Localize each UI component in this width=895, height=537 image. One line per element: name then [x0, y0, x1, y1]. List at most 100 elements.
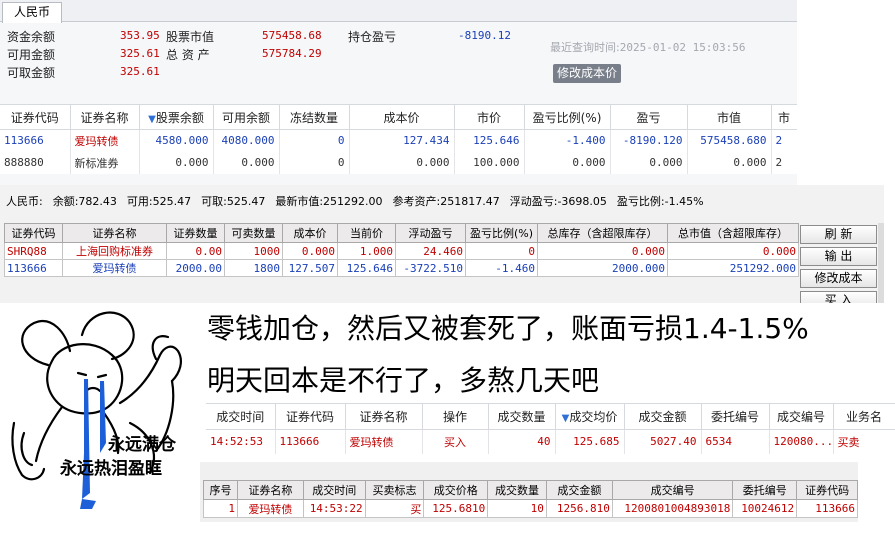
col-bs-flag[interactable]: 买卖标志 — [364, 480, 425, 500]
cell-code: 113666 — [4, 259, 63, 277]
crying-mouse-meme-image: 永远满仓 永远热泪盈眶 — [0, 303, 205, 534]
cell-pnl-ratio: 0.000 — [524, 151, 611, 174]
col-order-no[interactable]: 委托编号 — [701, 403, 770, 430]
col-trade-no[interactable]: 成交编号 — [611, 480, 734, 500]
vertical-scrollbar[interactable] — [878, 223, 884, 303]
col-security-code[interactable]: 证券代码 — [4, 223, 63, 243]
col-security-name[interactable]: 证券名称 — [70, 104, 140, 130]
last-query-label: 最近查询时间:2025-01-02 15:03:56 — [550, 39, 746, 55]
export-button[interactable]: 输 出 — [800, 247, 877, 266]
cell-qty: 40 — [488, 429, 556, 454]
cell-mv: 251292.000 — [667, 259, 799, 277]
cell-market: 2 — [771, 151, 797, 174]
total-assets-value: 575784.29 — [262, 47, 322, 60]
col-pnl-ratio[interactable]: 盈亏比例(%) — [524, 104, 611, 130]
modify-cost-button[interactable]: 修改成本价 — [553, 64, 622, 83]
col-market-value[interactable]: 市值 — [687, 104, 772, 130]
col-trade-time[interactable]: 成交时间 — [206, 403, 276, 430]
col-total-mv[interactable]: 总市值（含超限库存） — [667, 223, 799, 243]
sort-down-icon: ▼ — [148, 113, 156, 125]
available-label: 可用金额 — [7, 48, 56, 62]
cell-float-pnl: 24.460 — [395, 242, 466, 260]
col-security-code[interactable]: 证券代码 — [0, 104, 71, 130]
col-trade-qty[interactable]: 成交数量 — [487, 480, 547, 500]
cell-code: 113666 — [796, 499, 858, 518]
col-pnl-ratio[interactable]: 盈亏比例(%) — [465, 223, 538, 243]
withdrawable-text: 可取:525.47 — [201, 195, 266, 208]
col-sellable-qty[interactable]: 可卖数量 — [224, 223, 283, 243]
cell-code: 888880 — [0, 151, 71, 174]
modify-cost-button-2[interactable]: 修改成本 — [800, 269, 877, 288]
table-row[interactable]: 14:52:53 113666 爱玛转债 买入 40 125.685 5027.… — [206, 429, 895, 454]
cell-price: 100.000 — [454, 151, 525, 174]
cell-business: 买卖 — [833, 429, 895, 454]
col-market[interactable]: 市 — [771, 104, 797, 130]
col-trade-amount[interactable]: 成交金额 — [545, 480, 613, 500]
cell-price: 125.6810 — [423, 499, 489, 518]
cell-time: 14:53:22 — [302, 499, 366, 518]
stock-mv-value: 575458.68 — [262, 29, 322, 42]
col-stock-balance[interactable]: ▼股票余额 — [139, 104, 214, 130]
cell-code: 113666 — [275, 429, 346, 454]
table-row[interactable]: 888880 新标准券 0.000 0.000 0 0.000 100.000 … — [0, 151, 797, 174]
trade-record-table: 成交时间 证券代码 证券名称 操作 成交数量 ▼成交均价 成交金额 委托编号 成… — [206, 403, 895, 454]
col-pnl[interactable]: 盈亏 — [610, 104, 688, 130]
cell-mv: 0.000 — [667, 242, 799, 260]
col-available-balance[interactable]: 可用余额 — [213, 104, 280, 130]
cell-name: 爱玛转债 — [236, 499, 304, 518]
pnl-label: 持仓盈亏 — [348, 30, 397, 44]
col-security-code[interactable]: 证券代码 — [796, 480, 858, 500]
cell-time: 14:52:53 — [206, 429, 276, 454]
col-float-pnl[interactable]: 浮动盈亏 — [395, 223, 466, 243]
col-security-code[interactable]: 证券代码 — [275, 403, 346, 430]
col-cost-price[interactable]: 成本价 — [349, 104, 455, 130]
cell-operation: 买入 — [422, 429, 489, 454]
col-frozen-qty[interactable]: 冻结数量 — [279, 104, 350, 130]
refresh-button[interactable]: 刷 新 — [800, 225, 877, 244]
col-business-name[interactable]: 业务名 — [833, 403, 895, 430]
cell-amount: 5027.40 — [624, 429, 702, 454]
col-security-name[interactable]: 证券名称 — [236, 480, 304, 500]
col-security-name[interactable]: 证券名称 — [345, 403, 423, 430]
col-total-inventory[interactable]: 总库存（含超限库存） — [537, 223, 668, 243]
table-row[interactable]: 113666 爱玛转债 2000.00 1800 127.507 125.646… — [4, 259, 799, 277]
cell-cost: 127.434 — [349, 129, 455, 152]
col-trade-no[interactable]: 成交编号 — [769, 403, 834, 430]
tab-rmb[interactable]: 人民币 — [2, 2, 62, 23]
cell-name: 新标准券 — [70, 151, 140, 174]
cell-pnl: -8190.120 — [610, 129, 688, 152]
currency-tab-bar: 人民币 — [0, 0, 797, 23]
col-order-no[interactable]: 委托编号 — [732, 480, 798, 500]
table-row[interactable]: 1 爱玛转债 14:53:22 买 125.6810 10 1256.810 1… — [203, 499, 858, 518]
col-market-price[interactable]: 市价 — [454, 104, 525, 130]
tears-icon — [80, 379, 106, 509]
cell-mv: 0.000 — [687, 151, 772, 174]
col-security-name[interactable]: 证券名称 — [62, 223, 167, 243]
cell-flag: 买 — [364, 499, 425, 518]
table-row[interactable]: 113666 爱玛转债 4580.000 4080.000 0 127.434 … — [0, 129, 797, 152]
col-operation[interactable]: 操作 — [422, 403, 489, 430]
col-cost-price[interactable]: 成本价 — [282, 223, 338, 243]
buy-button[interactable]: 买 入 — [800, 291, 877, 303]
table-row[interactable]: SHRQ88 上海回购标准券 0.00 1000 0.000 1.000 24.… — [4, 242, 799, 260]
currency-label: 人民币: — [6, 195, 43, 208]
cell-price: 125.646 — [337, 259, 396, 277]
col-trade-amount[interactable]: 成交金额 — [624, 403, 702, 430]
cell-name: 爱玛转债 — [70, 129, 140, 152]
account-info-bar: 人民币: 余额:782.43 可用:525.47 可取:525.47 最新市值:2512… — [6, 193, 714, 209]
cell-sellable: 1800 — [224, 259, 283, 277]
col-trade-price[interactable]: 成交价格 — [423, 480, 489, 500]
cell-pnl-ratio: -1.400 — [524, 129, 611, 152]
cell-available: 0.000 — [213, 151, 280, 174]
col-trade-time[interactable]: 成交时间 — [302, 480, 366, 500]
pnl-ratio-text: 盈亏比例:-1.45% — [616, 195, 704, 208]
cell-pnl-ratio: -1.460 — [465, 259, 538, 277]
col-seq[interactable]: 序号 — [203, 480, 238, 500]
col-trade-qty[interactable]: 成交数量 — [488, 403, 556, 430]
last-query-time: 2025-01-02 15:03:56 — [619, 41, 746, 54]
col-security-qty[interactable]: 证券数量 — [166, 223, 225, 243]
cell-name: 爱玛转债 — [62, 259, 167, 277]
col-avg-price[interactable]: ▼成交均价 — [555, 403, 625, 430]
cell-float-pnl: -3722.510 — [395, 259, 466, 277]
col-current-price[interactable]: 当前价 — [337, 223, 396, 243]
